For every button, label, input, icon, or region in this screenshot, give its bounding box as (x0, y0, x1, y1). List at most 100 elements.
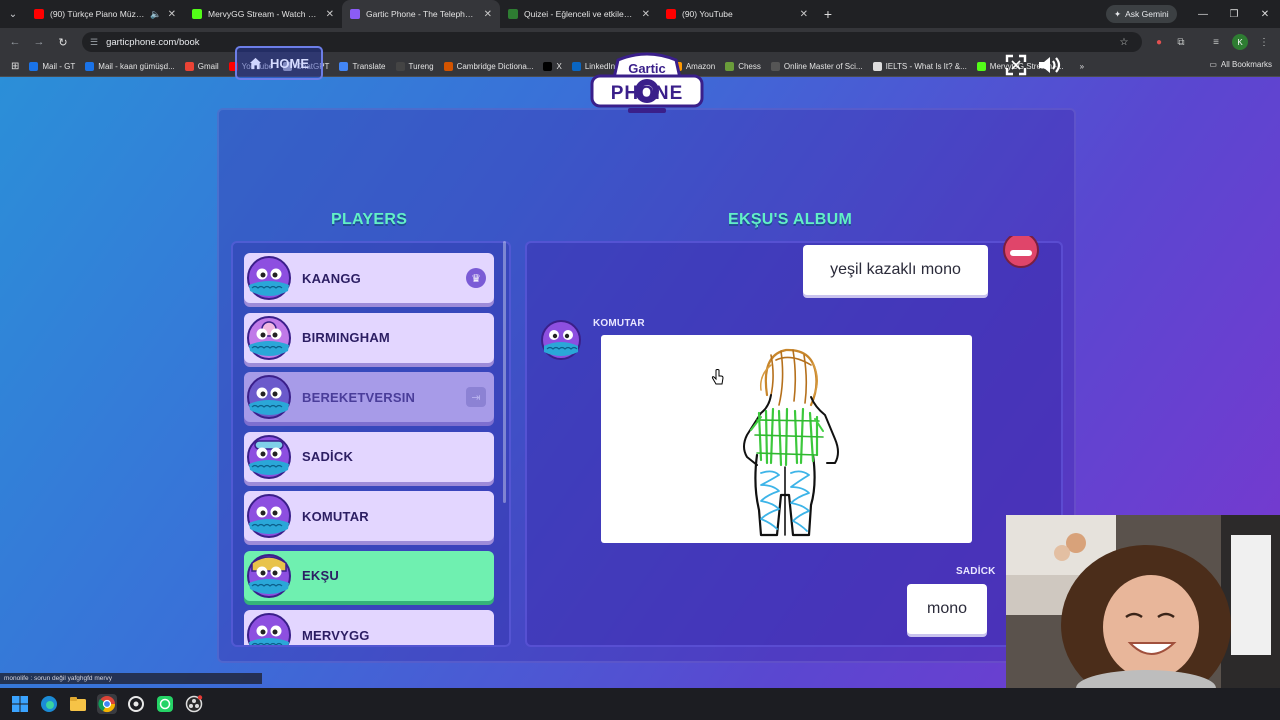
site-info-icon[interactable]: ☰ (90, 37, 98, 48)
minimize-button[interactable]: — (1188, 0, 1218, 28)
player-avatar (247, 256, 291, 300)
back-icon[interactable]: ← (3, 36, 27, 48)
player-row[interactable]: KAANGG ♛ (244, 253, 494, 303)
browser-menu-icon[interactable]: ⋮ (1256, 34, 1272, 50)
obs-icon[interactable] (184, 694, 204, 714)
fullscreen-icon[interactable] (1004, 53, 1028, 77)
player-row[interactable]: KOMUTAR (244, 491, 494, 541)
crown-icon: ♛ (466, 268, 486, 288)
tab-title: MervyGG Stream - Watch Live (208, 9, 320, 19)
bookmark-favicon-icon (571, 61, 581, 71)
bookmark-label: Mail - GT (42, 61, 76, 71)
extension-icon[interactable]: ● (1151, 34, 1167, 50)
browser-tab[interactable]: MervyGG Stream - Watch Live ✕ (184, 0, 342, 28)
logo-bottom-text: PHONE (611, 83, 684, 104)
streamer-face (1006, 515, 1280, 688)
bookmark-item[interactable]: Gmail (180, 61, 224, 71)
bookmark-label: Cambridge Dictiona... (456, 61, 534, 71)
browser-tab[interactable]: Quizei - Eğlenceli ve etkileşimli ✕ (500, 0, 658, 28)
forward-icon[interactable]: → (27, 36, 51, 48)
tab-favicon-icon (34, 9, 44, 19)
close-tab-icon[interactable]: ✕ (642, 9, 650, 20)
players-scrollbar[interactable] (503, 241, 506, 503)
second-author: SADİCK (956, 566, 996, 577)
player-row[interactable]: MERVYGG (244, 610, 494, 645)
browser-tab[interactable]: (90) YouTube ✕ (658, 0, 816, 28)
chat-ticker: monolife : sorun değil yafghgfd mervy (0, 673, 262, 684)
bookmark-label: IELTS - What Is It? &... (885, 61, 967, 71)
whatsapp-icon[interactable] (155, 694, 175, 714)
left-player-icon: ⇥ (466, 387, 486, 407)
bookmark-favicon-icon (85, 61, 95, 71)
bookmarks-overflow-icon[interactable]: » (1075, 62, 1089, 71)
file-explorer-icon[interactable] (68, 694, 88, 714)
ask-gemini-button[interactable]: ✦ Ask Gemini (1106, 5, 1177, 23)
bookmark-label: Mail - kaan gümüşd... (98, 61, 175, 71)
player-avatar (247, 494, 291, 538)
bookmark-label: Online Master of Sci... (783, 61, 863, 71)
player-row[interactable]: SADİCK (244, 431, 494, 482)
reload-icon[interactable]: ↻ (51, 36, 75, 49)
bookmark-label: Tureng (408, 61, 434, 71)
tab-title: (90) YouTube (682, 9, 733, 19)
bookmark-item[interactable]: Chess (720, 61, 766, 71)
folder-icon: ▭ (1209, 60, 1217, 69)
gartic-phone-logo: Gartic PHONE (590, 52, 704, 113)
extensions-puzzle-icon[interactable]: ⧉ (1173, 34, 1189, 50)
taskbar (0, 688, 1280, 720)
bookmark-item[interactable]: Cambridge Dictiona... (439, 61, 539, 71)
speaker-icon[interactable]: 🔈 (150, 9, 161, 20)
edge-icon[interactable] (39, 694, 59, 714)
volume-icon[interactable] (1037, 53, 1061, 77)
webcam-overlay (1006, 515, 1280, 688)
bookmark-item[interactable]: Online Master of Sci... (766, 61, 868, 71)
house-icon (249, 57, 262, 69)
player-name: EKŞU (302, 568, 339, 583)
player-row[interactable]: BIRMINGHAM (244, 312, 494, 363)
profile-avatar[interactable]: K (1232, 34, 1248, 50)
first-text-bubble: yeşil kazaklı mono (803, 245, 988, 295)
close-tab-icon[interactable]: ✕ (168, 9, 176, 20)
tab-favicon-icon (350, 9, 360, 19)
bookmark-item[interactable]: Mail - kaan gümüşd... (80, 61, 179, 71)
windows-start-icon[interactable] (10, 694, 30, 714)
player-row[interactable]: EKŞU (244, 550, 494, 601)
chatgpt-icon[interactable] (126, 694, 146, 714)
close-tab-icon[interactable]: ✕ (484, 9, 492, 20)
new-tab-button[interactable]: + (816, 6, 840, 22)
browser-tab[interactable]: (90) Türkçe Piano Müzikleri 🔈 ✕ (26, 0, 184, 28)
player-row[interactable]: BEREKETVERSIN ⇥ (244, 372, 494, 422)
player-name: KOMUTAR (302, 508, 369, 524)
close-tab-icon[interactable]: ✕ (326, 9, 334, 20)
bookmark-favicon-icon (725, 61, 735, 71)
bookmark-favicon-icon (543, 61, 553, 71)
bookmark-item[interactable]: IELTS - What Is It? &... (868, 61, 972, 71)
first-author-avatar (1003, 236, 1039, 268)
tab-search-icon[interactable]: ⌄ (0, 0, 26, 28)
chrome-icon[interactable] (97, 694, 117, 714)
bookmark-label: Chess (738, 61, 761, 71)
apps-grid-icon[interactable]: ⊞ (6, 61, 24, 72)
close-window-button[interactable]: ✕ (1250, 0, 1280, 28)
hand-cursor-icon (711, 369, 724, 385)
all-bookmarks-button[interactable]: ▭ All Bookmarks (1209, 60, 1272, 69)
bookmark-label: Gmail (197, 61, 219, 71)
album-title: EKŞU'S ALBUM (728, 211, 853, 228)
bookmark-item[interactable]: Translate (334, 61, 390, 71)
home-button[interactable]: HOME (235, 46, 323, 80)
tab-title: Quizei - Eğlenceli ve etkileşimli (524, 9, 636, 19)
bookmark-favicon-icon (184, 61, 194, 71)
bookmark-label: X (556, 61, 562, 71)
close-tab-icon[interactable]: ✕ (800, 9, 808, 20)
bookmark-item[interactable]: X (538, 61, 566, 71)
tab-search-list-icon[interactable]: ≡ (1208, 34, 1224, 50)
bookmark-star-icon[interactable]: ☆ (1116, 34, 1132, 50)
logo-top-text: Gartic (628, 61, 666, 76)
bookmark-item[interactable]: Tureng (391, 61, 439, 71)
gemini-icon: ✦ (1114, 8, 1122, 19)
bookmark-item[interactable]: Mail - GT (24, 61, 80, 71)
maximize-button[interactable]: ❐ (1219, 0, 1249, 28)
player-name: BIRMINGHAM (302, 330, 390, 345)
players-list: KAANGG ♛ BIRMINGHAM BEREKETVERSIN ⇥ SADİCK KOM… (231, 241, 511, 647)
browser-tab[interactable]: Gartic Phone - The Telephone G ✕ (342, 0, 500, 28)
